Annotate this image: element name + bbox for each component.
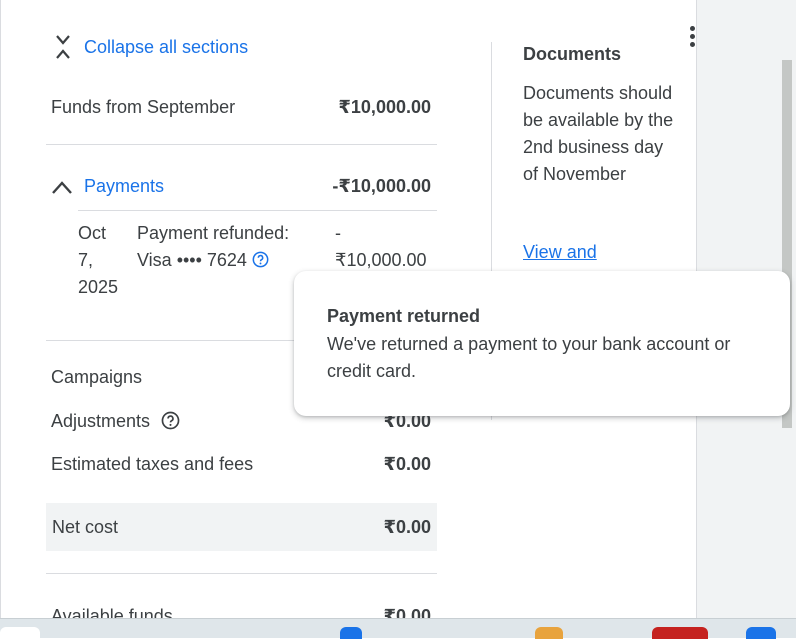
available-funds-amount: ₹0.00: [383, 606, 431, 618]
taxes-amount: ₹0.00: [383, 454, 431, 474]
funds-from-label: Funds from September: [51, 97, 236, 117]
adjustments-label: Adjustments: [51, 411, 151, 431]
transaction-description: Payment refunded: Visa •••• 7624: [137, 223, 290, 270]
tooltip-title: Payment returned: [327, 306, 481, 326]
collapse-all-button[interactable]: Collapse all sections: [53, 33, 248, 61]
transaction-date: Oct 7, 2025: [78, 223, 119, 297]
documents-title: Documents: [523, 44, 622, 64]
collapse-all-label: Collapse all sections: [84, 36, 249, 57]
available-funds-row: Available funds ₹0.00: [51, 606, 431, 618]
transaction-amount: - ₹10,000.00: [335, 223, 427, 270]
taskbar: [0, 618, 796, 639]
divider: [78, 210, 437, 211]
funds-from-amount: ₹10,000.00: [338, 97, 431, 117]
net-cost-amount: ₹0.00: [383, 517, 431, 537]
taskbar-app-icon[interactable]: [0, 627, 40, 639]
divider: [46, 144, 437, 145]
help-circle-icon[interactable]: [161, 411, 180, 430]
funds-from-row: Funds from September ₹10,000.00: [51, 97, 431, 118]
payments-section-header: Payments -₹10,000.00: [51, 176, 431, 197]
payments-label: Payments: [84, 176, 165, 196]
payment-returned-tooltip: Payment returned We've returned a paymen…: [294, 271, 790, 416]
documents-body: Documents should be available by the 2nd…: [523, 83, 674, 184]
payments-amount: -₹10,000.00: [332, 176, 431, 196]
available-funds-label: Available funds: [51, 606, 173, 618]
divider: [46, 573, 437, 574]
view-documents-link[interactable]: View and: [523, 242, 597, 263]
help-circle-icon[interactable]: [252, 251, 269, 268]
collapse-all-icon: [56, 35, 70, 59]
taxes-row: Estimated taxes and fees ₹0.00: [51, 454, 431, 475]
campaigns-label: Campaigns: [51, 367, 143, 387]
taskbar-app-icon[interactable]: [535, 627, 563, 639]
net-cost-label: Net cost: [52, 517, 119, 537]
taskbar-app-icon[interactable]: [340, 627, 362, 639]
tooltip-body: We've returned a payment to your bank ac…: [327, 334, 731, 381]
chevron-up-icon: [52, 180, 72, 194]
taskbar-app-icon[interactable]: [652, 627, 708, 639]
taskbar-app-icon[interactable]: [746, 627, 776, 639]
taxes-label: Estimated taxes and fees: [51, 454, 254, 474]
payments-toggle-button[interactable]: Payments: [51, 176, 164, 197]
net-cost-row: Net cost ₹0.00: [46, 503, 437, 551]
